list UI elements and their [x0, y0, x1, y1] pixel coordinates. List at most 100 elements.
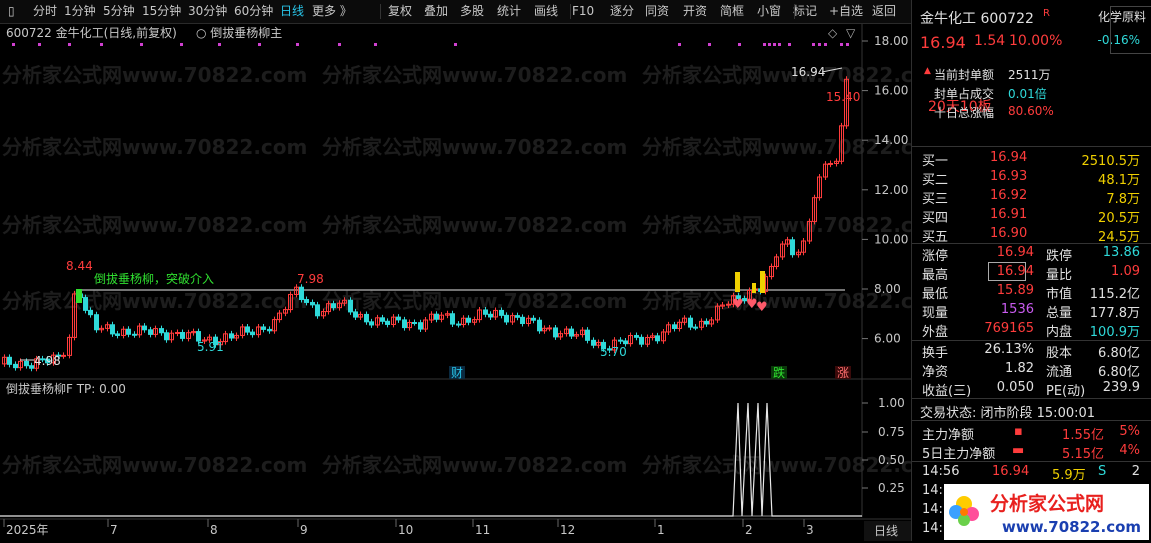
watermark-text-1: 分析家公式网www.70822.com	[2, 135, 307, 159]
candle-body	[531, 317, 536, 321]
seal-row: ▲ 当前封单额 2511万	[924, 66, 1051, 82]
candle-body	[353, 311, 358, 318]
watermark-text-12: 分析家公式网www.70822.com	[642, 213, 911, 237]
watermark-text-14: 分析家公式网www.70822.com	[642, 453, 911, 477]
period-label[interactable]: 日线	[874, 524, 898, 538]
candle-body	[483, 309, 488, 315]
candle-body	[229, 333, 234, 339]
candle-body	[331, 303, 336, 309]
candle-body	[515, 315, 520, 318]
toolbar-item-11[interactable]: 统计	[497, 3, 521, 20]
candle-body	[29, 365, 34, 369]
signal-dot-1	[38, 43, 41, 46]
candle-body	[159, 328, 164, 334]
label-1694: 16.94	[791, 65, 825, 79]
watermark-text-5: 分析家公式网www.70822.com	[322, 63, 627, 87]
toolbar-item-5[interactable]: 60分钟	[234, 3, 273, 20]
indicator-title[interactable]: ○ 倒拔垂杨柳主	[196, 25, 282, 40]
candle-body	[537, 319, 542, 332]
x-tick-3: 9	[300, 523, 308, 537]
watermark-text-3: 分析家公式网www.70822.com	[2, 289, 307, 313]
toolbar-item-2[interactable]: 5分钟	[103, 3, 135, 20]
candle-body	[304, 299, 309, 303]
candle-body	[261, 326, 266, 330]
signal-dot-12	[678, 43, 681, 46]
sub-indicator-header[interactable]: 倒拔垂杨柳F TP: 0.00	[6, 381, 126, 396]
signal-dot-7	[258, 43, 261, 46]
candle-body	[569, 328, 574, 337]
toolbar-item-18[interactable]: 小窗	[757, 3, 781, 20]
candle-body	[726, 303, 731, 306]
toolbar-item-12[interactable]: 画线	[534, 3, 558, 20]
toolbar-item-9[interactable]: 叠加	[424, 3, 448, 20]
toolbar-item-10[interactable]: 多股	[460, 3, 484, 20]
svg-text:分析家公式网: 分析家公式网	[990, 492, 1104, 515]
label-844: 8.44	[66, 259, 93, 273]
toolbar-item-7[interactable]: 更多 》	[312, 3, 352, 20]
candle-body	[385, 320, 390, 325]
candle-body	[456, 323, 461, 326]
candle-body	[618, 339, 623, 342]
toolbar-item-1[interactable]: 1分钟	[64, 3, 96, 20]
candle-body	[623, 340, 628, 345]
signal-bar	[76, 289, 82, 303]
kline-chart[interactable]: 分析家公式网www.70822.com 分析家公式网www.70822.com 分析…	[0, 24, 911, 541]
stat2-row-0: 换手 26.13% 股本 6.80亿	[922, 342, 1140, 361]
heart-icon-0: ♥	[732, 297, 744, 312]
y-tick-6: 6.00	[874, 332, 901, 346]
toolbar-item-4[interactable]: 30分钟	[188, 3, 227, 20]
watermark-text-10: 分析家公式网www.70822.com	[642, 63, 911, 87]
yellow-mark-2	[752, 283, 756, 293]
candle-body	[88, 309, 93, 316]
y-tick-4: 10.00	[874, 232, 908, 246]
candle-body	[175, 332, 180, 335]
y-tick-3: 12.00	[874, 183, 908, 197]
candle-body	[267, 328, 272, 332]
candle-body	[504, 314, 509, 323]
chart-toolbar: 分时 1分钟 5分钟 15分钟 30分钟 60分钟 日线 更多 》 复权 叠加 多股 统计 画线 F10 逐…	[0, 0, 911, 24]
candle-body	[553, 327, 558, 338]
signal-dot-3	[100, 43, 103, 46]
date-axis: 2025年 7 8 9 10 11 12 1 2 3	[3, 519, 814, 537]
signal-dot-18	[778, 43, 781, 46]
toolbar-item-20[interactable]: +自选	[829, 3, 863, 20]
stat-row-2: 最低 15.89 市值 115.2亿	[922, 283, 1140, 302]
signal-dot-2	[68, 43, 71, 46]
toolbar-item-0[interactable]: 分时	[33, 3, 57, 20]
panel-toggle-icon[interactable]: ▯	[8, 3, 15, 20]
signal-dot-9	[338, 43, 341, 46]
signal-dot-17	[773, 43, 776, 46]
candle-body	[164, 332, 169, 341]
annotation-text: 倒拔垂杨柳，突破介入	[94, 271, 214, 286]
x-tick-8: 2	[745, 523, 753, 537]
watermark-layer: 分析家公式网www.70822.com 分析家公式网www.70822.com 分析…	[2, 63, 911, 477]
toolbar-item-6[interactable]: 日线	[280, 3, 304, 20]
toolbar-item-17[interactable]: 简框	[720, 3, 744, 20]
label-498: 4.98	[34, 354, 61, 368]
toolbar-item-13[interactable]: F10	[572, 3, 594, 20]
candle-body	[828, 162, 833, 165]
signal-dot-8	[296, 43, 299, 46]
signal-dot-6	[218, 43, 221, 46]
toolbar-item-8[interactable]: 复权	[388, 3, 412, 20]
bid-row-1: 买二 16.93 48.1万	[922, 169, 1140, 188]
candle-body	[488, 313, 493, 318]
signal-dot-10	[374, 43, 377, 46]
signal-dot-4	[140, 43, 143, 46]
toolbar-item-19[interactable]: 标记	[793, 3, 817, 20]
candle-body	[688, 317, 693, 328]
toolbar-item-15[interactable]: 同资	[645, 3, 669, 20]
toolbar-item-21[interactable]: 返回	[872, 3, 896, 20]
watermark-text-8: 分析家公式网www.70822.com	[322, 289, 627, 313]
candle-body	[634, 335, 639, 338]
toolbar-item-16[interactable]: 开资	[683, 3, 707, 20]
toolbar-item-14[interactable]: 逐分	[610, 3, 634, 20]
candle-body	[585, 329, 590, 341]
bid-row-3: 买四 16.91 20.5万	[922, 207, 1140, 226]
candle-body	[180, 332, 185, 339]
y-tick-0: 18.00	[874, 34, 908, 48]
signal-dot-22	[824, 43, 827, 46]
toolbar-item-3[interactable]: 15分钟	[142, 3, 181, 20]
signal-dot-0	[12, 43, 15, 46]
candle-body	[148, 329, 153, 335]
